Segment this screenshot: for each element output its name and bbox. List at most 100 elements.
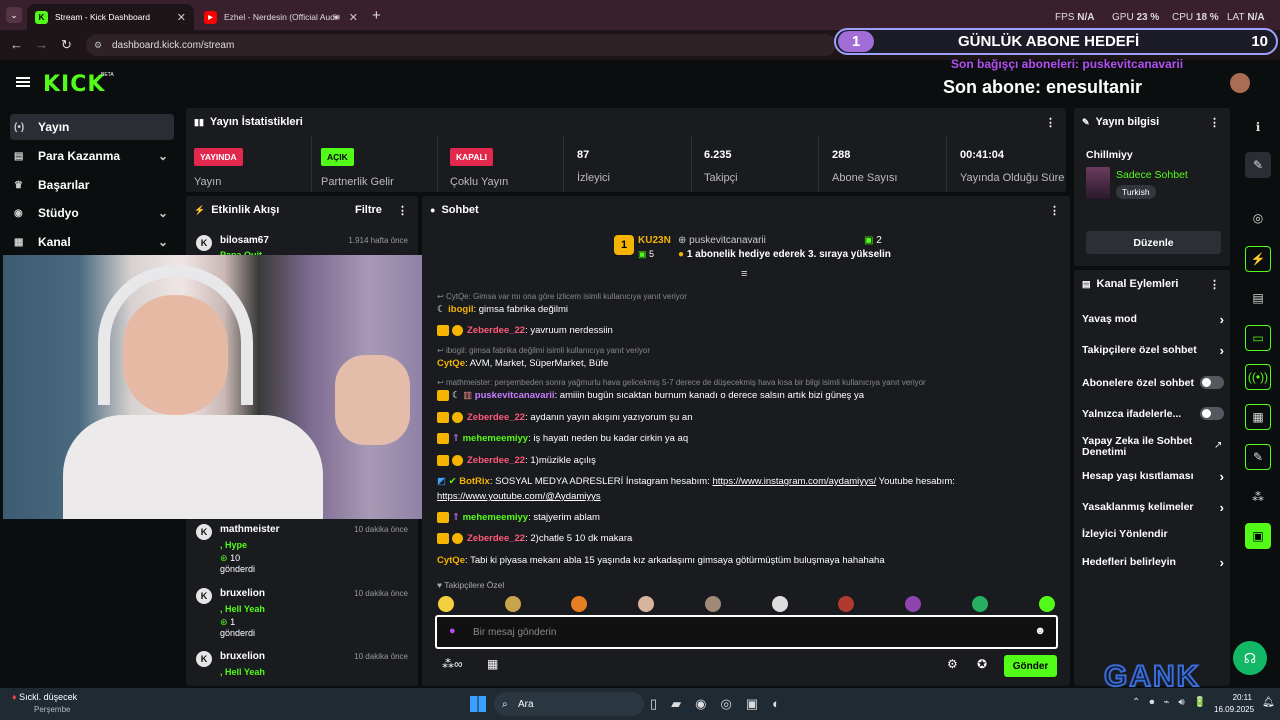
- emote-section-label: ♥ Takipçilere Özel: [437, 580, 505, 590]
- instagram-link[interactable]: https://www.instagram.com/aydamiyys/: [713, 476, 877, 487]
- kebab-menu-icon[interactable]: ⋮: [1209, 116, 1220, 129]
- notification-icon[interactable]: 🔔︎: [1262, 697, 1275, 708]
- activity-item: K mathmeister 10 dakika önce , Hype ⊛ 10…: [196, 524, 418, 574]
- emote-2[interactable]: [505, 596, 521, 612]
- activity-item: K bruxelion 10 dakika önce , Hell Yeah ⊛…: [196, 588, 418, 638]
- emoji-picker-icon[interactable]: ☻: [1034, 625, 1046, 637]
- chat-message: Zeberdee_22: 2)chatle 5 10 dk makara: [437, 533, 632, 544]
- weather-widget[interactable]: ♦ Sıckl. düşecek Perşembe: [12, 692, 77, 714]
- arrow-badge-icon: ⇑: [452, 433, 463, 445]
- date[interactable]: 16.09.2025: [1214, 705, 1254, 714]
- url-bar[interactable]: ⚙ dashboard.kick.com/stream: [86, 34, 836, 56]
- back-icon[interactable]: ←: [10, 37, 23, 52]
- settings-icon[interactable]: ⚙: [947, 657, 958, 671]
- lightning-icon[interactable]: ⚡: [1245, 246, 1271, 272]
- kick-logo[interactable]: KICK: [43, 72, 105, 97]
- close-tab-icon[interactable]: ✕: [349, 11, 358, 24]
- tab-list-button[interactable]: ⌄: [6, 7, 22, 23]
- chat-icon[interactable]: ▭: [1245, 325, 1271, 351]
- broadcast-icon[interactable]: ((•)): [1245, 364, 1271, 390]
- subs-only-toggle[interactable]: [1200, 376, 1224, 389]
- profile-avatar[interactable]: [1230, 73, 1250, 93]
- stats-chart-icon: ▮▮: [194, 116, 204, 127]
- audio-playing-icon[interactable]: 🔊︎: [334, 12, 340, 23]
- moderation-icon[interactable]: ✪: [977, 657, 987, 671]
- start-icon[interactable]: [470, 696, 486, 712]
- menu-icon[interactable]: [16, 77, 30, 87]
- chevron-right-icon: ›: [1219, 468, 1224, 484]
- sidebar-item-basarilar[interactable]: ♛ Başarılar: [10, 172, 174, 198]
- taskbar-apps[interactable]: ▯▰◉◎▣◐: [650, 696, 794, 712]
- action-slow-mode[interactable]: Yavaş mod ›: [1082, 312, 1224, 327]
- chat-input[interactable]: ● Bir mesaj gönderin ☻: [435, 615, 1058, 649]
- new-tab-button[interactable]: +: [372, 7, 381, 24]
- stat-partnerlik: AÇIK Partnerlik Gelir: [313, 136, 438, 192]
- sidebar-item-para-kazanma[interactable]: ▤ Para Kazanma ⌄: [10, 143, 174, 169]
- action-host[interactable]: İzleyici Yönlendir: [1082, 528, 1224, 540]
- tab-kick-dashboard[interactable]: K Stream - Kick Dashboard ✕: [27, 4, 194, 30]
- document-icon[interactable]: ▤: [1245, 285, 1271, 311]
- action-ai-moderation[interactable]: Yapay Zeka ile Sohbet Denetimi: [1082, 436, 1200, 458]
- kebab-menu-icon[interactable]: ⋮: [1045, 116, 1056, 129]
- tab-youtube-ezhel[interactable]: ▶ Ezhel - Nerdesin (Official Audi 🔊︎ ✕: [196, 4, 366, 30]
- emote-9[interactable]: [972, 596, 988, 612]
- camera-icon[interactable]: ◎: [1245, 205, 1271, 231]
- tab-label: Stream - Kick Dashboard: [55, 12, 150, 22]
- filter-button[interactable]: Filtre: [355, 204, 382, 216]
- verified-badge-icon: ✔: [448, 476, 460, 487]
- microphone-icon[interactable]: ●: [449, 625, 456, 637]
- action-banned-words[interactable]: Yasaklanmış kelimeler ›: [1082, 500, 1224, 515]
- store-icon[interactable]: ▦: [487, 657, 498, 671]
- bot-badge-icon: ◩: [437, 476, 449, 487]
- youtube-link[interactable]: https://www.youtube.com/@Aydamiyys: [437, 491, 601, 502]
- emote-3[interactable]: [571, 596, 587, 612]
- sidebar-item-studyo[interactable]: ◉ Stüdyo ⌄: [10, 200, 174, 226]
- tray-icons[interactable]: ⌃⏺⌁🔊︎🔋: [1132, 697, 1215, 708]
- edit-stream-button[interactable]: Düzenle: [1086, 231, 1221, 254]
- share-icon[interactable]: ⁂: [1245, 484, 1271, 510]
- category-link[interactable]: Sadece Sohbet: [1116, 169, 1188, 181]
- action-goals[interactable]: Hedefleri belirleyin ›: [1082, 555, 1224, 570]
- site-info-icon[interactable]: ⚙: [94, 40, 102, 51]
- taskbar-search[interactable]: ⌕ Ara: [494, 692, 644, 716]
- wrench-rail-icon[interactable]: ✎: [1245, 444, 1271, 470]
- emote-6[interactable]: [772, 596, 788, 612]
- kicks-infinity-icon[interactable]: ⁂∞: [442, 657, 463, 671]
- emote-5[interactable]: [705, 596, 721, 612]
- channel-actions-icon: ▤: [1082, 278, 1091, 289]
- stat-abone: 288 Abone Sayısı: [820, 136, 947, 192]
- sidebar-item-yayin[interactable]: (•) Yayın: [10, 114, 174, 140]
- emote-7[interactable]: [838, 596, 854, 612]
- reload-icon[interactable]: ↻: [61, 37, 72, 53]
- fps-stat: FPS N/A: [1055, 12, 1095, 23]
- pinned-user[interactable]: KU23N: [638, 235, 671, 246]
- gift-badge-icon: ▥: [463, 390, 475, 402]
- layout-icon[interactable]: ▦: [1245, 404, 1271, 430]
- kick-app-icon[interactable]: ▣: [1245, 523, 1271, 549]
- kebab-menu-icon[interactable]: ⋮: [1209, 278, 1220, 291]
- edit-pencil-icon[interactable]: ✎: [1245, 152, 1271, 178]
- emote-1[interactable]: [438, 596, 454, 612]
- send-button[interactable]: Gönder: [1004, 655, 1057, 677]
- kebab-menu-icon[interactable]: ⋮: [1049, 204, 1060, 217]
- close-tab-icon[interactable]: ✕: [177, 11, 186, 24]
- emote-10[interactable]: [1039, 596, 1055, 612]
- chat-collapse-icon[interactable]: ≡: [741, 268, 747, 280]
- emote-8[interactable]: [905, 596, 921, 612]
- support-headset-icon[interactable]: ☊: [1233, 641, 1267, 675]
- action-account-age[interactable]: Hesap yaşı kısıtlaması ›: [1082, 468, 1224, 484]
- chevron-down-icon: ⌄: [157, 235, 168, 249]
- emote-4[interactable]: [638, 596, 654, 612]
- sub-badge-icon: [452, 325, 463, 336]
- kebab-menu-icon[interactable]: ⋮: [397, 204, 408, 217]
- action-followers-only[interactable]: Takipçilere özel sohbet ›: [1082, 343, 1224, 358]
- emotes-only-toggle[interactable]: [1200, 407, 1224, 420]
- coin-icon: ●: [678, 249, 685, 260]
- info-icon[interactable]: ℹ: [1245, 114, 1271, 140]
- forward-icon[interactable]: →: [35, 37, 48, 52]
- external-link-icon[interactable]: ↗: [1214, 440, 1222, 451]
- clock[interactable]: 20:11: [1232, 693, 1252, 702]
- sidebar-item-kanal[interactable]: ▦ Kanal ⌄: [10, 229, 174, 255]
- pinned-gift-leaderboard: 1 KU23N ▣ 5 ⊕ puskevitcanavarii ▣ 2 ● 1 …: [612, 232, 902, 264]
- sidebar-item-label: Kanal: [38, 235, 71, 249]
